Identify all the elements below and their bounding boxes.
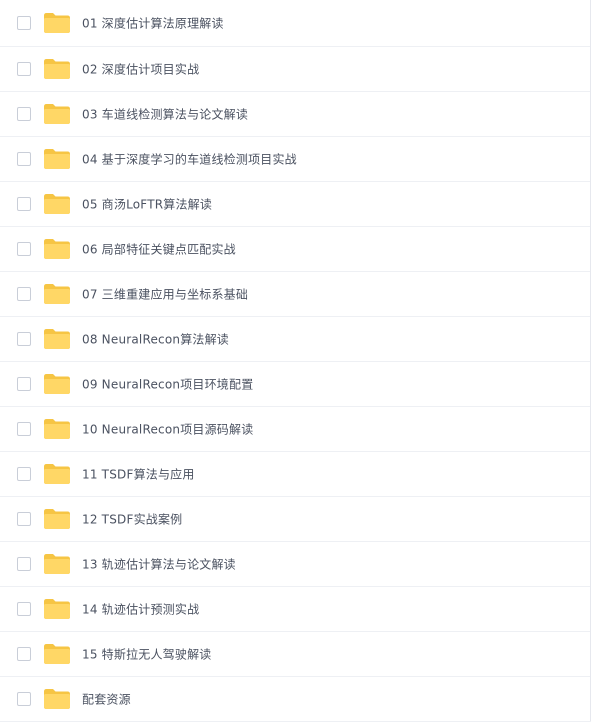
list-item[interactable]: 05 商汤LoFTR算法解读 [0,182,591,227]
row-checkbox[interactable] [17,422,31,436]
folder-icon[interactable] [43,283,71,305]
row-checkbox[interactable] [17,377,31,391]
item-name[interactable]: 13 轨迹估计算法与论文解读 [82,556,236,573]
folder-icon[interactable] [43,643,71,665]
item-name[interactable]: 09 NeuralRecon项目环境配置 [82,376,253,393]
folder-icon[interactable] [43,328,71,350]
row-checkbox[interactable] [17,602,31,616]
row-checkbox[interactable] [17,332,31,346]
row-checkbox[interactable] [17,557,31,571]
row-checkbox[interactable] [17,16,31,30]
row-checkbox[interactable] [17,287,31,301]
item-name[interactable]: 02 深度估计项目实战 [82,61,199,78]
item-name[interactable]: 配套资源 [82,691,131,708]
folder-icon[interactable] [43,238,71,260]
folder-icon[interactable] [43,418,71,440]
row-checkbox[interactable] [17,197,31,211]
file-list: 01 深度估计算法原理解读 02 深度估计项目实战 03 车道线检测算法与论文解… [0,0,591,722]
item-name[interactable]: 04 基于深度学习的车道线检测项目实战 [82,151,297,168]
list-item[interactable]: 15 特斯拉无人驾驶解读 [0,632,591,677]
folder-icon[interactable] [43,508,71,530]
item-name[interactable]: 05 商汤LoFTR算法解读 [82,196,212,213]
item-name[interactable]: 12 TSDF实战案例 [82,511,182,528]
folder-icon[interactable] [43,193,71,215]
list-item[interactable]: 10 NeuralRecon项目源码解读 [0,407,591,452]
item-name[interactable]: 03 车道线检测算法与论文解读 [82,106,248,123]
item-name[interactable]: 06 局部特征关键点匹配实战 [82,241,236,258]
row-checkbox[interactable] [17,152,31,166]
item-name[interactable]: 08 NeuralRecon算法解读 [82,331,229,348]
row-checkbox[interactable] [17,467,31,481]
item-name[interactable]: 07 三维重建应用与坐标系基础 [82,286,248,303]
list-item[interactable]: 07 三维重建应用与坐标系基础 [0,272,591,317]
list-item[interactable]: 12 TSDF实战案例 [0,497,591,542]
list-item[interactable]: 14 轨迹估计预测实战 [0,587,591,632]
folder-icon[interactable] [43,58,71,80]
row-checkbox[interactable] [17,107,31,121]
row-checkbox[interactable] [17,692,31,706]
folder-icon[interactable] [43,553,71,575]
list-item[interactable]: 09 NeuralRecon项目环境配置 [0,362,591,407]
folder-icon[interactable] [43,148,71,170]
list-item[interactable]: 02 深度估计项目实战 [0,47,591,92]
folder-icon[interactable] [43,12,71,34]
list-item[interactable]: 04 基于深度学习的车道线检测项目实战 [0,137,591,182]
item-name[interactable]: 14 轨迹估计预测实战 [82,601,199,618]
item-name[interactable]: 01 深度估计算法原理解读 [82,15,224,32]
list-item[interactable]: 13 轨迹估计算法与论文解读 [0,542,591,587]
item-name[interactable]: 10 NeuralRecon项目源码解读 [82,421,253,438]
list-item[interactable]: 08 NeuralRecon算法解读 [0,317,591,362]
folder-icon[interactable] [43,688,71,710]
list-item[interactable]: 01 深度估计算法原理解读 [0,0,591,47]
list-item[interactable]: 11 TSDF算法与应用 [0,452,591,497]
item-name[interactable]: 15 特斯拉无人驾驶解读 [82,646,212,663]
folder-icon[interactable] [43,598,71,620]
row-checkbox[interactable] [17,647,31,661]
folder-icon[interactable] [43,103,71,125]
item-name[interactable]: 11 TSDF算法与应用 [82,466,195,483]
row-checkbox[interactable] [17,62,31,76]
folder-icon[interactable] [43,463,71,485]
list-item[interactable]: 03 车道线检测算法与论文解读 [0,92,591,137]
list-item[interactable]: 配套资源 [0,677,591,722]
list-item[interactable]: 06 局部特征关键点匹配实战 [0,227,591,272]
row-checkbox[interactable] [17,512,31,526]
folder-icon[interactable] [43,373,71,395]
row-checkbox[interactable] [17,242,31,256]
